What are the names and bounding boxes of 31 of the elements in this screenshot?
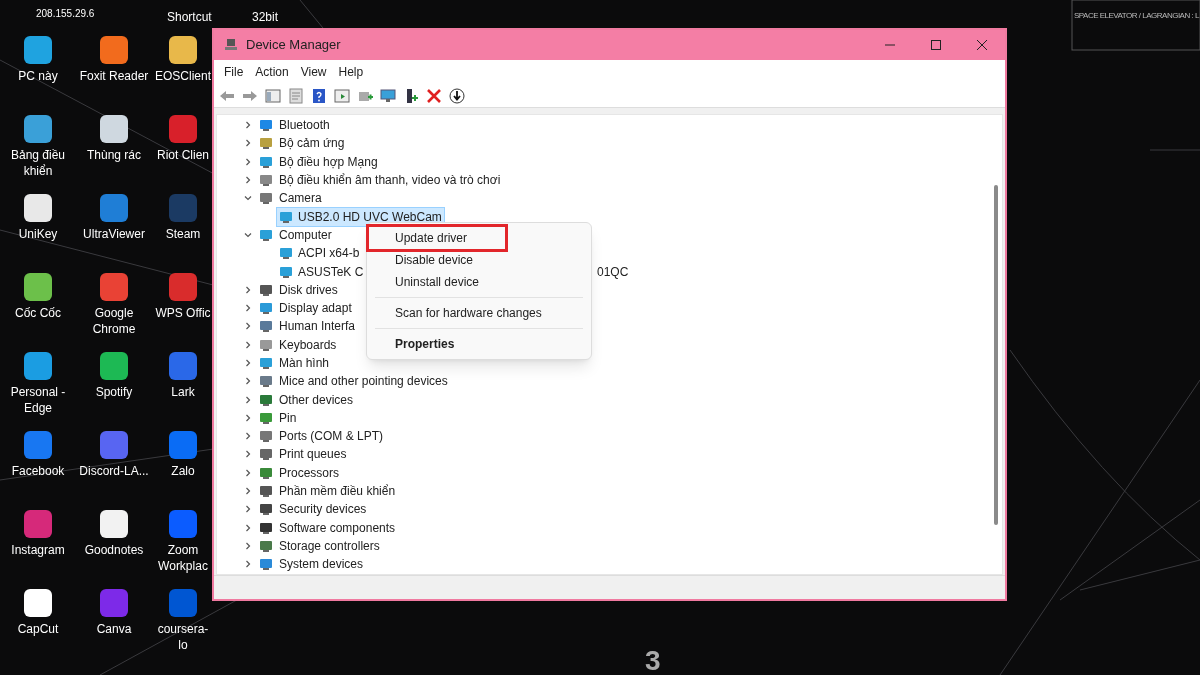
- icon-label: Bảng điều khiển: [9, 147, 66, 179]
- wallpaper-number: 3: [645, 644, 661, 675]
- icon-label: EOSClient: [154, 68, 212, 84]
- icon-label: 208.155.29.6: [36, 7, 95, 21]
- icon-label: 32bit: [252, 9, 279, 26]
- icon-label: WPS Offic: [154, 305, 212, 321]
- icon-label: coursera-lo: [156, 621, 210, 653]
- icon-label: Personal - Edge: [9, 384, 67, 416]
- icon-label: Foxit Reader: [78, 68, 150, 84]
- icon-label: Thùng rác: [86, 147, 142, 163]
- icon-label: Lark: [170, 384, 196, 400]
- icon-label: Google Chrome: [91, 305, 137, 337]
- icon-label: Spotify: [94, 384, 134, 400]
- icon-label: PC này: [17, 68, 59, 84]
- icon-label: CapCut: [16, 621, 60, 637]
- tree-item-text: 01QC: [597, 263, 629, 281]
- icon-label: UltraViewer: [82, 226, 146, 242]
- icon-label: Shortcut: [167, 9, 212, 26]
- icon-label: Zoom Workplac: [157, 542, 209, 574]
- icon-label: UniKey: [17, 226, 59, 242]
- icon-label: Instagram: [10, 542, 66, 558]
- icon-label: Cốc Cốc: [14, 305, 62, 321]
- icon-label: Discord-LA...: [78, 463, 150, 479]
- icon-label: Riot Clien: [156, 147, 210, 163]
- wallpaper-caption: SPACE ELEVATOR / LAGRANGIAN : L: [1074, 10, 1199, 22]
- icon-label: Canva: [95, 621, 133, 637]
- icon-label: Facebook: [10, 463, 66, 479]
- icon-label: Zalo: [170, 463, 196, 479]
- window-title: Device Manager: [246, 36, 341, 55]
- icon-label: Steam: [164, 226, 202, 242]
- icon-label: Goodnotes: [83, 542, 145, 558]
